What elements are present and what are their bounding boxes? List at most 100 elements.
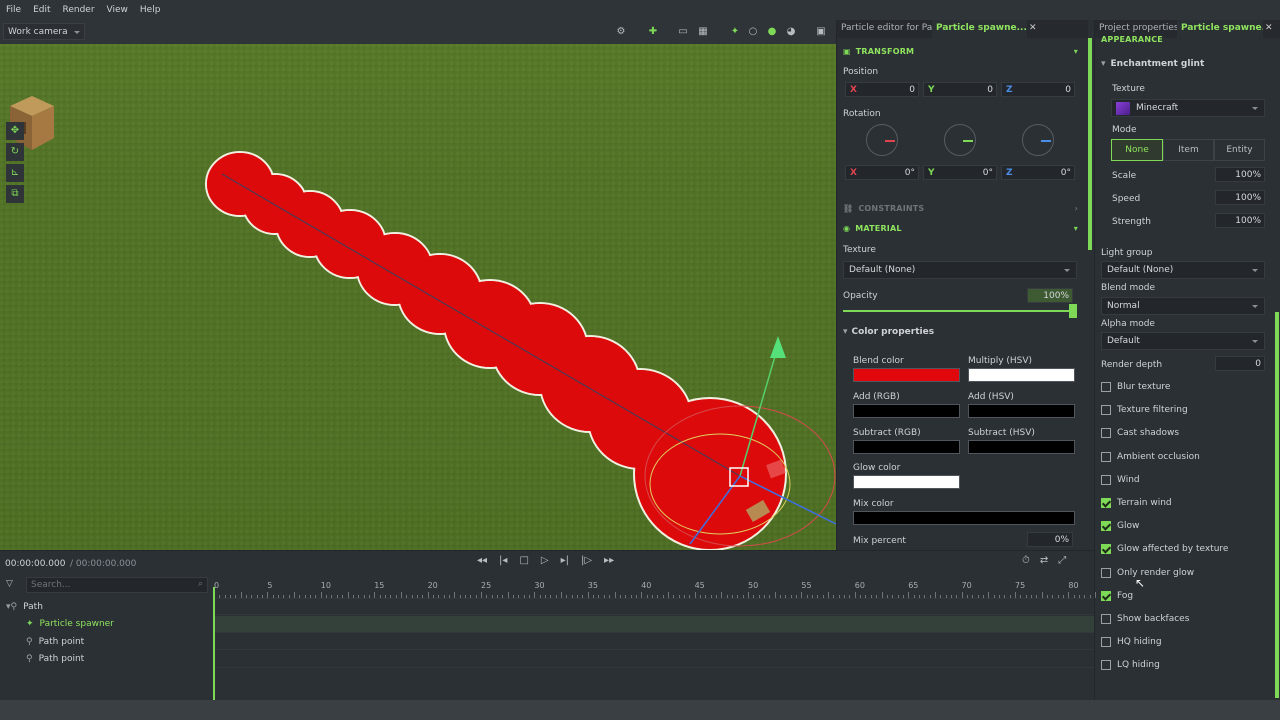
speed-field[interactable]: 100%: [1215, 190, 1265, 205]
shading-icon[interactable]: ◕: [784, 25, 798, 39]
filter-icon[interactable]: ▽: [6, 579, 13, 589]
mode-item-button[interactable]: Item: [1163, 139, 1214, 161]
checkbox-row-11[interactable]: HQ hiding: [1101, 634, 1162, 650]
checkbox-row-7[interactable]: Glow affected by texture: [1101, 541, 1228, 557]
tree-row[interactable]: ⚲ Path point: [0, 633, 214, 650]
rotation-z-dial[interactable]: [1022, 124, 1054, 156]
menu-render[interactable]: Render: [63, 5, 95, 15]
color-swatch-7[interactable]: [853, 511, 1075, 525]
playhead[interactable]: [213, 587, 215, 701]
material-header[interactable]: ◉ MATERIAL ▾: [837, 221, 1088, 235]
render-depth-field[interactable]: 0: [1215, 356, 1265, 371]
render-icon[interactable]: ●: [765, 25, 779, 39]
transform-header[interactable]: ▣ TRANSFORM ▾: [837, 44, 1088, 58]
checkbox-icon[interactable]: [1101, 567, 1111, 578]
checkbox-icon[interactable]: [1101, 521, 1111, 532]
checkbox-row-9[interactable]: Fog: [1101, 588, 1133, 604]
color-properties-header[interactable]: ▾ Color properties: [843, 327, 934, 337]
constraints-header[interactable]: ⛓ CONSTRAINTS ›: [837, 201, 1088, 215]
checkbox-row-5[interactable]: Terrain wind: [1101, 495, 1172, 511]
blend-mode-dropdown[interactable]: Normal: [1101, 297, 1265, 315]
camera-view-icon[interactable]: ▣: [814, 25, 828, 39]
checkbox-icon[interactable]: [1101, 544, 1111, 555]
last-frame-icon[interactable]: ▸▸: [604, 555, 614, 566]
checkbox-icon[interactable]: [1101, 474, 1111, 485]
color-swatch-4[interactable]: [853, 440, 960, 454]
menu-help[interactable]: Help: [140, 5, 161, 15]
checkbox-icon[interactable]: [1101, 498, 1111, 508]
tab-particle-spawner[interactable]: Particle spawne...: [932, 20, 1027, 38]
glint-texture-dropdown[interactable]: Minecraft: [1111, 99, 1265, 117]
stop-icon[interactable]: □: [519, 555, 528, 566]
color-swatch-6[interactable]: [853, 475, 960, 489]
tree-row[interactable]: ✦ Particle spawner: [0, 616, 214, 633]
3d-viewport[interactable]: ✥ ↻ ⊾ ⧉: [0, 44, 836, 550]
particles-icon[interactable]: ✦: [728, 25, 742, 39]
mode-none-button[interactable]: None: [1111, 139, 1163, 161]
scale-tool-icon[interactable]: ⊾: [6, 164, 24, 182]
checkbox-row-0[interactable]: Blur texture: [1101, 379, 1170, 395]
loop-icon[interactable]: ⇄: [1040, 555, 1048, 566]
opacity-slider-track[interactable]: [843, 310, 1077, 312]
checkbox-icon[interactable]: [1101, 382, 1111, 392]
bend-tool-icon[interactable]: ⧉: [6, 185, 24, 203]
color-swatch-3[interactable]: [968, 404, 1075, 418]
right-scrollbar[interactable]: [1275, 312, 1279, 698]
color-swatch-1[interactable]: [968, 368, 1075, 382]
rotation-x-dial[interactable]: [866, 124, 898, 156]
color-swatch-2[interactable]: [853, 404, 960, 418]
mode-entity-button[interactable]: Entity: [1214, 139, 1265, 161]
checkbox-icon[interactable]: [1101, 451, 1111, 462]
rotation-x-field[interactable]: X 0°: [845, 165, 919, 180]
color-swatch-5[interactable]: [968, 440, 1075, 454]
first-frame-icon[interactable]: ◂◂: [477, 555, 487, 566]
camera-select[interactable]: Work camera: [3, 23, 85, 40]
opacity-slider-handle[interactable]: [1069, 304, 1077, 318]
rotation-y-dial[interactable]: [944, 124, 976, 156]
menu-edit[interactable]: Edit: [33, 5, 50, 15]
checkbox-row-4[interactable]: Wind: [1101, 472, 1140, 488]
sphere-icon[interactable]: ○: [746, 25, 760, 39]
rotation-z-field[interactable]: Z 0°: [1001, 165, 1075, 180]
mid-scrollbar[interactable]: [1088, 38, 1092, 250]
position-y-field[interactable]: Y0: [923, 82, 997, 97]
prev-keyframe-icon[interactable]: |◂: [499, 555, 507, 566]
move-tool-icon[interactable]: ✥: [6, 122, 24, 140]
checkbox-row-12[interactable]: LQ hiding: [1101, 657, 1160, 673]
tree-row[interactable]: ▾ ⚲ Path: [0, 598, 214, 615]
snap-icon[interactable]: ⚙: [614, 25, 628, 39]
close-tab-icon[interactable]: ✕: [1027, 20, 1043, 38]
checkbox-row-1[interactable]: Texture filtering: [1101, 402, 1188, 418]
rotate-tool-icon[interactable]: ↻: [6, 143, 24, 161]
checkbox-icon[interactable]: [1101, 405, 1111, 416]
track-row[interactable]: [214, 598, 1094, 615]
checkbox-icon[interactable]: [1101, 637, 1111, 648]
enchantment-header[interactable]: ▾ Enchantment glint: [1101, 59, 1204, 69]
color-swatch-0[interactable]: [853, 368, 960, 382]
texture-dropdown[interactable]: Default (None): [843, 261, 1077, 279]
gizmo-icon[interactable]: ✚: [646, 25, 660, 39]
timer-icon[interactable]: ⏱: [1022, 555, 1030, 566]
position-x-field[interactable]: X0: [845, 82, 919, 97]
track-row[interactable]: [214, 651, 1094, 668]
light-group-dropdown[interactable]: Default (None): [1101, 261, 1265, 279]
popout-icon[interactable]: ⤢: [1058, 555, 1066, 566]
track-row[interactable]: [214, 615, 1094, 633]
frame-icon[interactable]: ▭: [676, 25, 690, 39]
play-icon[interactable]: ▷: [541, 555, 549, 566]
timeline-ruler[interactable]: 0 5 10 15 20 25 30 35 40 45 50 55 60 65 70 75 80: [214, 577, 1097, 599]
tab-particle-editor[interactable]: Particle editor for Pa...: [837, 20, 932, 38]
appearance-header[interactable]: APPEARANCE: [1095, 34, 1280, 44]
menu-file[interactable]: File: [6, 5, 21, 15]
next-keyframe-icon[interactable]: ▸|: [561, 555, 569, 566]
checkbox-row-10[interactable]: Show backfaces: [1101, 611, 1189, 627]
opacity-field[interactable]: 100%: [1027, 288, 1073, 303]
checkbox-icon[interactable]: [1101, 428, 1111, 439]
grid-icon[interactable]: ▦: [696, 25, 710, 39]
next-frame-icon[interactable]: |▷: [581, 555, 592, 566]
checkbox-row-2[interactable]: Cast shadows: [1101, 425, 1179, 441]
checkbox-row-8[interactable]: Only render glow: [1101, 565, 1194, 581]
position-z-field[interactable]: Z0: [1001, 82, 1075, 97]
timeline-search-input[interactable]: Search... ⌕: [26, 577, 208, 593]
checkbox-icon[interactable]: [1101, 590, 1111, 601]
